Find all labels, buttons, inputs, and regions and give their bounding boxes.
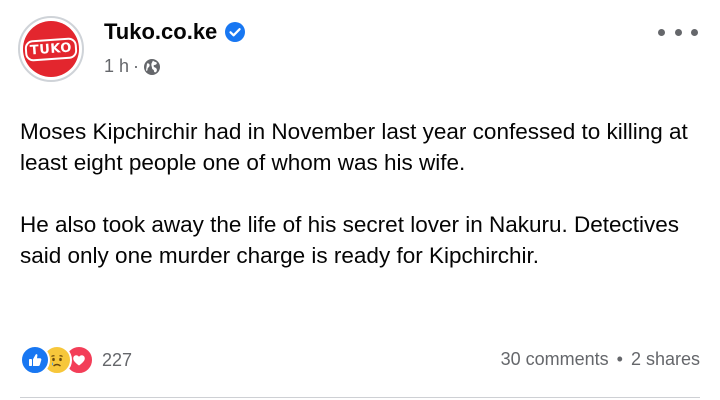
reaction-count: 227	[102, 349, 133, 370]
page-avatar[interactable]: TUKO	[18, 16, 84, 82]
footer-divider	[20, 397, 700, 398]
post-timestamp[interactable]: 1 h	[104, 56, 129, 77]
more-dot-icon	[674, 28, 682, 36]
more-options-button[interactable]	[658, 22, 698, 42]
verified-badge-icon	[225, 22, 246, 42]
shares-count-link[interactable]: 2 shares	[631, 349, 700, 370]
post-paragraph: He also took away the life of his secret…	[20, 212, 680, 268]
stats-separator: •	[616, 349, 623, 369]
reactions-summary[interactable]: 227	[20, 345, 132, 375]
page-name-row: Tuko.co.ke	[104, 19, 246, 45]
facebook-post: TUKO Tuko.co.ke 1 h · Moses Kipchirchir …	[0, 0, 720, 400]
engagement-stats: 30 comments • 2 shares	[501, 349, 700, 370]
more-dot-icon	[691, 28, 698, 36]
globe-icon[interactable]	[143, 58, 161, 76]
post-body: Moses Kipchirchir had in November last y…	[20, 116, 700, 271]
comments-count-link[interactable]: 30 comments	[501, 349, 609, 370]
post-paragraph: Moses Kipchirchir had in November last y…	[20, 119, 688, 175]
logo-text: TUKO	[24, 36, 78, 62]
tuko-logo: TUKO	[23, 21, 79, 77]
like-icon	[20, 345, 50, 375]
more-dot-icon	[658, 28, 665, 36]
meta-separator: ·	[133, 56, 140, 76]
post-meta: 1 h ·	[104, 56, 161, 77]
page-name-link[interactable]: Tuko.co.ke	[104, 19, 217, 45]
